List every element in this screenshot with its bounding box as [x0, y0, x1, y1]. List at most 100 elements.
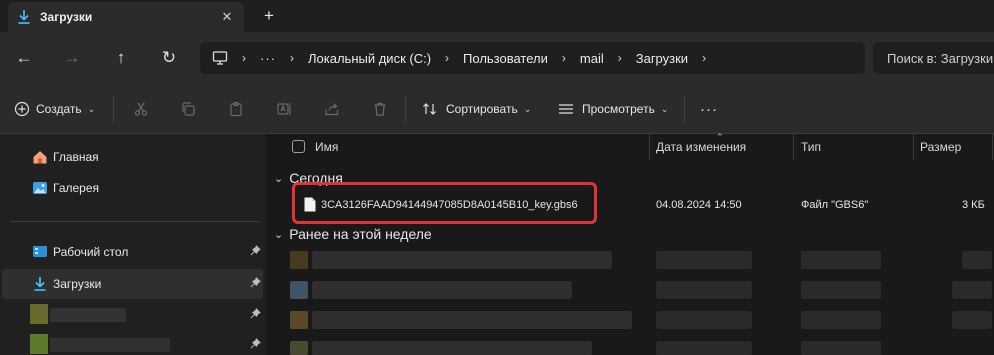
column-header-size[interactable]: Размер	[920, 140, 961, 154]
breadcrumb-users[interactable]: Пользователи	[463, 51, 548, 66]
chevron-down-icon: ⌄	[87, 103, 96, 114]
column-header-date[interactable]: Дата изменения	[656, 140, 746, 154]
sidebar-item-label: Главная	[53, 150, 99, 164]
breadcrumb-separator[interactable]: ›	[618, 51, 622, 65]
view-label: Просмотреть	[582, 102, 655, 116]
create-button[interactable]: Создать ⌄	[14, 96, 95, 122]
column-separator[interactable]	[992, 134, 993, 160]
sort-label: Сортировать	[446, 102, 518, 116]
breadcrumb-mail[interactable]: mail	[580, 51, 604, 66]
gallery-icon	[32, 180, 48, 196]
redacted-cell	[801, 341, 881, 355]
computer-icon[interactable]	[212, 51, 228, 65]
sidebar-item-desktop[interactable]: Рабочий стол	[0, 237, 264, 267]
sidebar-item-label: Рабочий стол	[53, 245, 129, 259]
redacted-icon	[30, 334, 48, 354]
divider	[684, 96, 685, 122]
pin-icon[interactable]	[250, 308, 261, 322]
sidebar-item-label: Галерея	[53, 181, 100, 195]
forward-button[interactable]: →	[58, 44, 86, 72]
breadcrumb-separator[interactable]: ›	[290, 51, 294, 65]
redacted-cell	[801, 281, 881, 299]
column-separator[interactable]	[913, 134, 914, 160]
divider	[113, 96, 114, 122]
redacted-row[interactable]	[290, 339, 994, 355]
breadcrumb-separator[interactable]: ›	[702, 51, 706, 65]
chevron-down-icon: ⌄	[660, 103, 669, 114]
redacted-row[interactable]	[290, 249, 994, 271]
title-bar: Загрузки ✕ +	[0, 0, 994, 32]
redacted-cell	[312, 251, 612, 269]
view-icon	[558, 103, 574, 115]
pin-icon[interactable]	[250, 245, 261, 259]
breadcrumb-local-disk[interactable]: Локальный диск (C:)	[308, 51, 431, 66]
tab-downloads[interactable]: Загрузки ✕	[8, 2, 244, 32]
redacted-label	[50, 308, 126, 322]
sort-icon	[422, 102, 438, 116]
redacted-icon	[290, 281, 308, 299]
copy-icon[interactable]	[177, 98, 199, 120]
share-icon[interactable]	[321, 98, 343, 120]
more-options-button[interactable]: ···	[700, 96, 718, 122]
column-separator[interactable]	[793, 134, 794, 160]
divider	[405, 96, 406, 122]
up-button[interactable]: ↑	[107, 44, 135, 72]
redacted-icon	[290, 251, 308, 269]
search-input[interactable]: Поиск в: Загрузки	[873, 42, 994, 74]
command-bar: Создать ⌄ Сортировать ⌄ Просмотреть ⌄ ··…	[0, 84, 994, 134]
sort-button[interactable]: Сортировать ⌄	[422, 96, 531, 122]
close-tab-icon[interactable]: ✕	[214, 6, 240, 28]
column-header-name[interactable]: Имя	[315, 140, 338, 154]
delete-icon[interactable]	[369, 98, 391, 120]
paste-icon[interactable]	[225, 98, 247, 120]
sidebar-item-label: Загрузки	[53, 277, 102, 291]
file-size: 3 КБ	[962, 199, 985, 211]
home-icon	[32, 149, 48, 165]
breadcrumb-separator[interactable]: ›	[445, 51, 449, 65]
group-label: Ранее на этой неделе	[289, 226, 432, 242]
sidebar-item-home[interactable]: Главная	[0, 142, 264, 172]
select-all-checkbox[interactable]	[292, 140, 305, 153]
sidebar-item-redacted[interactable]	[0, 300, 264, 330]
pin-icon[interactable]	[250, 277, 261, 291]
sidebar-item-redacted[interactable]	[0, 330, 264, 355]
pin-icon[interactable]	[250, 338, 261, 352]
plus-circle-icon	[14, 101, 30, 117]
tab-title: Загрузки	[40, 10, 93, 24]
breadcrumb-separator[interactable]: ›	[562, 51, 566, 65]
column-header-type[interactable]: Тип	[801, 140, 821, 154]
redacted-cell	[312, 311, 632, 329]
chevron-down-icon: ⌄	[523, 103, 532, 114]
group-header-earlier[interactable]: ⌄ Ранее на этой неделе	[274, 224, 432, 244]
breadcrumb-downloads[interactable]: Загрузки	[636, 51, 688, 66]
redacted-label	[50, 338, 170, 352]
back-button[interactable]: ←	[10, 44, 38, 72]
divider	[10, 221, 260, 222]
file-date: 04.08.2024 14:50	[656, 199, 742, 211]
download-icon	[32, 276, 48, 292]
download-icon	[16, 9, 32, 25]
new-tab-button[interactable]: +	[256, 4, 282, 28]
redacted-cell	[952, 311, 992, 329]
chevron-down-icon: ⌄	[274, 172, 284, 185]
redacted-cell	[801, 311, 881, 329]
desktop-icon	[32, 244, 48, 260]
redacted-row[interactable]	[290, 309, 994, 331]
breadcrumb-overflow[interactable]: ···	[260, 51, 276, 66]
address-bar[interactable]: › ··· › Локальный диск (C:) › Пользовате…	[200, 42, 865, 74]
navigation-bar: ← → ↑ ↻ › ··· › Локальный диск (C:) › По…	[0, 32, 994, 84]
sidebar-item-gallery[interactable]: Галерея	[0, 173, 264, 203]
redacted-cell	[312, 281, 572, 299]
sidebar-item-downloads[interactable]: Загрузки	[2, 269, 263, 299]
view-button[interactable]: Просмотреть ⌄	[558, 96, 668, 122]
redacted-cell	[656, 251, 752, 269]
redacted-row[interactable]	[290, 279, 994, 301]
refresh-button[interactable]: ↻	[155, 44, 183, 72]
rename-icon[interactable]	[273, 98, 295, 120]
file-list: Имя ⌃ Дата изменения Тип Размер ⌄ Сегодн…	[266, 132, 994, 355]
breadcrumb-separator[interactable]: ›	[242, 51, 246, 65]
redacted-cell	[656, 281, 752, 299]
cut-icon[interactable]	[130, 98, 152, 120]
redacted-icon	[290, 311, 308, 329]
column-separator[interactable]	[649, 134, 650, 160]
